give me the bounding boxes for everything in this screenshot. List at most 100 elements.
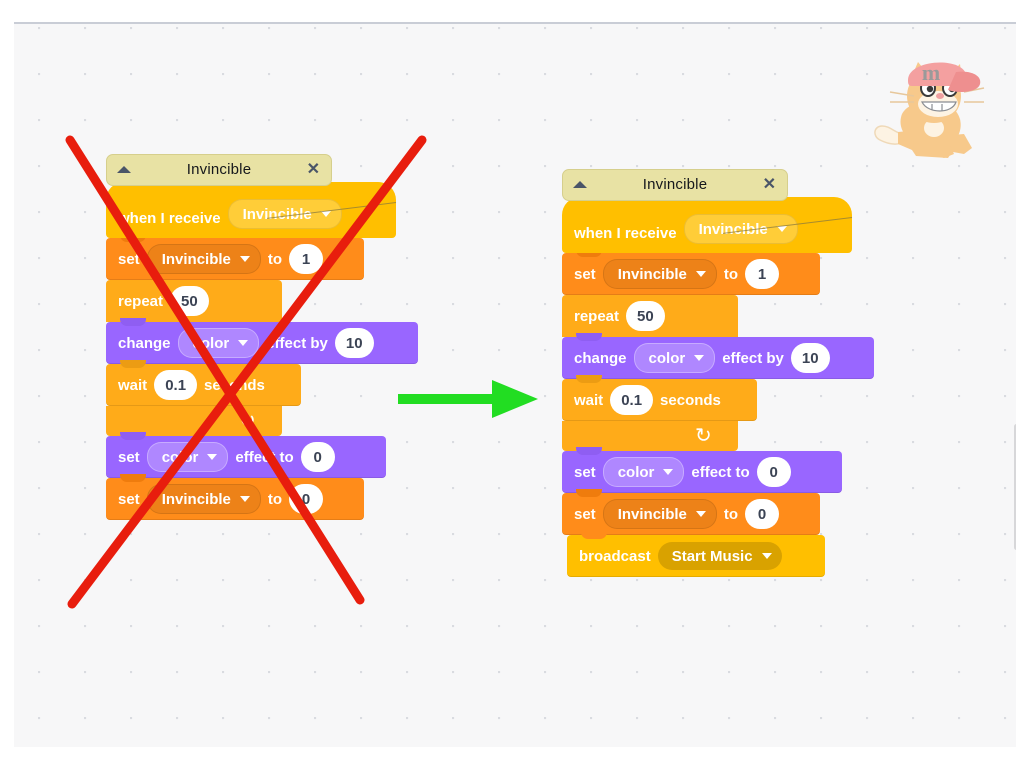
block-label: effect to bbox=[235, 448, 294, 466]
script-title-right: Invincible bbox=[642, 176, 708, 193]
input-repeat-count-left[interactable]: 50 bbox=[170, 286, 209, 316]
block-change-effect-right[interactable]: change color effect by 10 bbox=[562, 333, 874, 379]
block-change-effect-left[interactable]: change color effect by 10 bbox=[106, 318, 418, 364]
block-label: set bbox=[574, 463, 596, 481]
block-set-effect-right[interactable]: set color effect to 0 bbox=[562, 447, 842, 493]
chevron-down-icon bbox=[207, 454, 218, 460]
block-label: repeat bbox=[118, 292, 164, 310]
cat-pupil-left bbox=[926, 85, 934, 93]
dropdown-value: color bbox=[648, 349, 686, 367]
dropdown-message-left[interactable]: Invincible bbox=[227, 199, 342, 229]
chevron-down-icon bbox=[663, 469, 674, 475]
repeat-body-left: change color effect by 10 wait 0.1 secon… bbox=[106, 318, 418, 406]
chevron-down-icon bbox=[695, 511, 706, 517]
dropdown-value: Invincible bbox=[617, 505, 687, 523]
block-wait-left[interactable]: wait 0.1 seconds bbox=[106, 360, 301, 406]
block-notch bbox=[576, 489, 602, 497]
cat-nose bbox=[936, 93, 944, 99]
input-number-left-2[interactable]: 0 bbox=[289, 484, 324, 514]
script-comment-header-right[interactable]: Invincible ✕ bbox=[562, 169, 788, 201]
block-label: effect by bbox=[266, 334, 328, 352]
dropdown-value: Invincible bbox=[617, 265, 687, 283]
dropdown-effect-left-1[interactable]: color bbox=[177, 328, 260, 358]
script-title-left: Invincible bbox=[186, 161, 252, 178]
block-label: to bbox=[723, 265, 739, 283]
block-label: to bbox=[267, 250, 283, 268]
dropdown-value: color bbox=[617, 463, 655, 481]
block-repeat-header-right[interactable]: repeat 50 bbox=[562, 295, 738, 337]
block-set-variable-1-right[interactable]: set Invincible to 1 bbox=[562, 249, 820, 295]
block-set-variable-2-right[interactable]: set Invincible to 0 bbox=[562, 489, 820, 535]
input-number-right-2[interactable]: 0 bbox=[745, 499, 780, 529]
dropdown-variable-left-1[interactable]: Invincible bbox=[146, 244, 261, 274]
cap-letter: m bbox=[922, 60, 940, 85]
input-wait-seconds-right[interactable]: 0.1 bbox=[610, 385, 654, 415]
chevron-down-icon bbox=[239, 256, 250, 262]
block-label: to bbox=[723, 505, 739, 523]
input-wait-seconds-left[interactable]: 0.1 bbox=[154, 370, 198, 400]
script-stack-before[interactable]: Invincible ✕ when I receive Invincible s… bbox=[106, 154, 418, 520]
chevron-down-icon bbox=[761, 553, 772, 559]
block-broadcast-right[interactable]: broadcast Start Music bbox=[567, 531, 825, 577]
block-notch bbox=[120, 318, 146, 326]
dropdown-broadcast-message[interactable]: Start Music bbox=[657, 542, 782, 570]
dropdown-effect-left-2[interactable]: color bbox=[146, 442, 229, 472]
chevron-down-icon bbox=[238, 340, 249, 346]
block-when-i-receive-right[interactable]: when I receive Invincible bbox=[562, 197, 853, 253]
block-label: change bbox=[574, 349, 627, 367]
input-change-amount-left[interactable]: 10 bbox=[334, 328, 374, 358]
script-stack-after[interactable]: Invincible ✕ when I receive Invincible s… bbox=[562, 169, 874, 577]
input-effect-value-left[interactable]: 0 bbox=[300, 442, 335, 472]
input-change-amount-right[interactable]: 10 bbox=[790, 343, 830, 373]
dropdown-message-right[interactable]: Invincible bbox=[683, 214, 798, 244]
dropdown-value: Invincible bbox=[161, 490, 231, 508]
dropdown-effect-right-1[interactable]: color bbox=[633, 343, 716, 373]
block-wait-right[interactable]: wait 0.1 seconds bbox=[562, 375, 757, 421]
block-repeat-right[interactable]: repeat 50 change color effect by 10 wait… bbox=[562, 295, 874, 451]
block-label: change bbox=[118, 334, 171, 352]
dropdown-variable-right-1[interactable]: Invincible bbox=[602, 259, 717, 289]
script-comment-header-left[interactable]: Invincible ✕ bbox=[106, 154, 332, 186]
close-icon[interactable]: ✕ bbox=[307, 160, 320, 180]
loop-arrow-icon: ↺ bbox=[239, 410, 256, 432]
chevron-down-icon bbox=[239, 496, 250, 502]
input-repeat-count-right[interactable]: 50 bbox=[626, 301, 665, 331]
close-icon[interactable]: ✕ bbox=[763, 175, 776, 195]
dropdown-variable-right-2[interactable]: Invincible bbox=[602, 499, 717, 529]
block-when-i-receive-left[interactable]: when I receive Invincible bbox=[106, 182, 397, 238]
block-repeat-header-left[interactable]: repeat 50 bbox=[106, 280, 282, 322]
block-repeat-left[interactable]: repeat 50 change color effect by 10 wait… bbox=[106, 280, 418, 436]
dropdown-value: color bbox=[161, 448, 199, 466]
block-label: set bbox=[574, 505, 596, 523]
input-number-left-1[interactable]: 1 bbox=[289, 244, 324, 274]
block-label: set bbox=[118, 490, 140, 508]
block-notch bbox=[576, 447, 602, 455]
block-label: set bbox=[118, 250, 140, 268]
input-effect-value-right[interactable]: 0 bbox=[756, 457, 791, 487]
block-label: repeat bbox=[574, 307, 620, 325]
dropdown-variable-left-2[interactable]: Invincible bbox=[146, 484, 261, 514]
block-notch bbox=[576, 333, 602, 341]
chevron-down-icon bbox=[695, 271, 706, 277]
dropdown-effect-right-2[interactable]: color bbox=[602, 457, 685, 487]
block-notch bbox=[120, 474, 146, 482]
block-notch bbox=[581, 531, 607, 539]
scratch-code-workspace[interactable]: Invincible ✕ when I receive Invincible s… bbox=[14, 22, 1016, 747]
block-set-variable-1-left[interactable]: set Invincible to 1 bbox=[106, 234, 364, 280]
dropdown-value: color bbox=[192, 334, 230, 352]
chevron-down-icon bbox=[694, 355, 705, 361]
repeat-children-left: change color effect by 10 wait 0.1 secon… bbox=[106, 318, 418, 406]
block-set-effect-left[interactable]: set color effect to 0 bbox=[106, 432, 386, 478]
block-notch bbox=[120, 360, 146, 368]
block-set-variable-2-left[interactable]: set Invincible to 0 bbox=[106, 474, 364, 520]
block-label: seconds bbox=[204, 376, 265, 394]
block-notch bbox=[120, 432, 146, 440]
block-notch bbox=[576, 375, 602, 383]
block-label: wait bbox=[118, 376, 148, 394]
block-label: when I receive bbox=[574, 225, 677, 242]
block-label: broadcast bbox=[579, 547, 651, 565]
block-label: set bbox=[574, 265, 596, 283]
screenshot-root: Invincible ✕ when I receive Invincible s… bbox=[0, 0, 1016, 768]
input-number-right-1[interactable]: 1 bbox=[745, 259, 780, 289]
repeat-children-right: change color effect by 10 wait 0.1 secon… bbox=[562, 333, 874, 421]
